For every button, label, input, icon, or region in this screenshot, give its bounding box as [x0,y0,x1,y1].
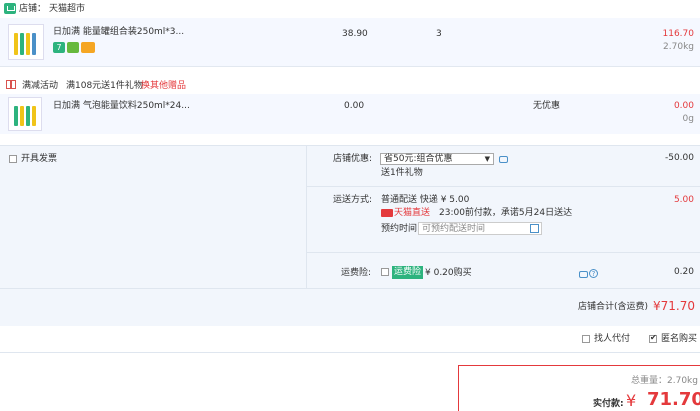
product-price: 38.90 [342,29,368,39]
order-options-panel [0,145,700,326]
coupon-amount: -50.00 [664,153,694,163]
message-icon[interactable] [499,156,508,163]
help-icon[interactable]: ? [589,269,598,278]
invoice-label: 开具发票 [21,154,58,164]
product-weight: 2.70kg [663,42,694,52]
insurance-checkbox[interactable] [381,268,389,276]
credit-card-icon [81,42,95,53]
gift-thumbnail[interactable] [8,97,42,131]
cart-item-row: 日加满 能量罐组合装250ml*3... 7 38.90 3 116.70 2.… [0,18,700,67]
payment-summary: 总重量： 2.70kg 实付款: ¥ 71.70 [458,365,700,411]
total-weight: 2.70kg [667,376,698,386]
pay-currency: ¥ [626,391,637,410]
gift-subtotal: 0.00 [673,101,694,111]
product-quantity: 3 [436,29,442,39]
appointment-time-input[interactable]: 可预约配送时间 [418,222,542,235]
proxy-pay-checkbox[interactable] [582,335,590,343]
shop-name[interactable]: 天猫超市 [49,4,85,15]
product-subtotal: 116.70 [662,29,695,39]
gift-title[interactable]: 日加满 气泡能量饮料250ml*24... [53,101,190,112]
insurance-price: ¥ 0.20购买 [425,268,472,278]
calendar-icon[interactable] [530,224,539,233]
guarantee-icon [67,42,79,53]
pay-label: 实付款: [593,399,624,409]
coupon-select[interactable]: 省50元:组合优惠 ▼ [380,153,494,165]
change-gift-link[interactable]: 换其他赠品 [141,81,186,92]
shipping-label: 运送方式: [333,195,373,205]
seven-day-return-icon: 7 [53,42,65,53]
total-weight-label: 总重量： [631,376,668,386]
gift-weight: 0g [682,114,694,124]
gift-icon [6,80,16,89]
product-title[interactable]: 日加满 能量罐组合装250ml*3... [53,27,184,38]
shop-icon [4,3,16,14]
gift-item-row: 日加满 气泡能量饮料250ml*24... 0.00 无优惠 0.00 0g [0,94,700,134]
shop-total-label: 店铺合计(含运费) [578,302,649,312]
insurance-label: 运费险: [341,268,372,278]
shipping-brand: 天猫直送 [394,208,431,218]
shipping-note: 23:00前付款，承诺5月24日送达 [439,208,573,218]
anonymous-label: 匿名购买 [661,334,698,344]
promo-label: 满减活动 [22,81,59,91]
gift-price: 0.00 [344,101,365,111]
gift-discount: 无优惠 [533,101,561,111]
coupon-label: 店铺优惠: [333,154,373,164]
shop-label: 店铺： [19,4,47,14]
shipping-amount: 5.00 [673,195,694,205]
appointment-label: 预约时间 [381,224,418,234]
shop-header: 店铺： 天猫超市 [0,0,700,18]
insurance-amount: 0.20 [673,267,694,277]
shipping-method: 普通配送 快递 ¥ 5.00 [381,195,470,205]
promo-desc: 满108元送1件礼物 [66,81,143,91]
insurance-badge: 运费险 [392,266,424,279]
pay-amount: 71.70 [647,389,700,410]
message-icon[interactable] [579,271,588,278]
invoice-checkbox[interactable] [9,155,17,163]
chevron-down-icon: ▼ [484,155,490,163]
proxy-pay-label: 找人代付 [594,334,631,344]
product-thumbnail[interactable] [8,24,44,60]
anonymous-checkbox[interactable] [649,333,657,343]
tmall-logo-icon [381,209,393,217]
coupon-gift: 送1件礼物 [381,168,423,178]
shop-total-amount: ¥71.70 [653,299,695,313]
